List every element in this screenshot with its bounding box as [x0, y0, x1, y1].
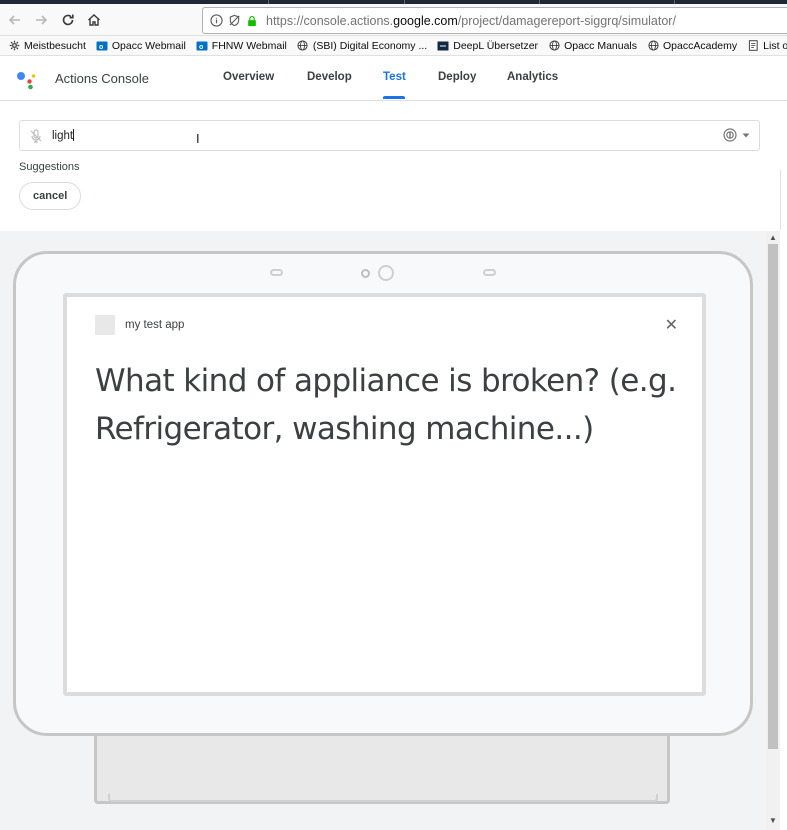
bookmark-label: List of SQL Com — [763, 39, 787, 52]
deepl-icon — [437, 40, 449, 52]
device-camera-dot — [361, 269, 370, 278]
bookmark-item[interactable]: OpaccAcademy — [647, 40, 737, 52]
bookmark-item[interactable]: o Opacc Webmail — [96, 40, 186, 52]
globe-icon — [297, 40, 309, 52]
svg-text:o: o — [199, 44, 203, 51]
google-assistant-logo-icon — [17, 72, 36, 90]
suggestion-chip-cancel[interactable]: cancel — [19, 182, 82, 210]
input-mode-dropdown[interactable] — [722, 127, 751, 143]
globe-icon — [548, 40, 560, 52]
active-tab-indicator — [383, 96, 405, 99]
url-text: https://console.actions.google.com/proje… — [266, 13, 676, 28]
vertical-scrollbar[interactable]: ▲ ▼ — [766, 231, 780, 830]
reload-button[interactable] — [57, 9, 79, 31]
bookmark-item[interactable]: List of SQL Com — [747, 40, 787, 52]
test-input-section: light I Suggestions cancel — [0, 101, 780, 231]
device-stand-base — [108, 794, 658, 802]
globe-icon — [647, 40, 659, 52]
app-title: Actions Console — [55, 71, 149, 86]
tab-test[interactable]: Test — [383, 71, 406, 83]
scroll-down-arrow-icon[interactable]: ▼ — [769, 816, 777, 825]
svg-text:o: o — [99, 44, 103, 51]
bookmark-label: Opacc Webmail — [111, 39, 186, 52]
scroll-up-arrow-icon[interactable]: ▲ — [769, 233, 777, 242]
back-button[interactable] — [4, 9, 26, 31]
bookmark-item[interactable]: DeepL Übersetzer — [437, 40, 538, 52]
text-caret — [73, 129, 75, 141]
mouse-ibeam-cursor-icon: I — [196, 131, 200, 146]
simulator-display-area: my test app ✕ What kind of appliance is … — [0, 231, 766, 830]
assistant-prompt-text: What kind of appliance is broken? (e.g. … — [95, 363, 677, 447]
reload-icon — [62, 14, 74, 26]
bookmark-label: (SBI) Digital Economy ... — [312, 39, 428, 52]
tracking-protection-icon[interactable] — [226, 13, 242, 29]
tab-analytics[interactable]: Analytics — [507, 71, 558, 83]
lock-icon[interactable] — [244, 13, 260, 29]
bookmark-label: OpaccAcademy — [663, 39, 738, 52]
bookmarks-toolbar: Meistbesucht o Opacc Webmail o FHNW Webmail (… — [0, 36, 787, 56]
bookmark-item[interactable]: o FHNW Webmail — [196, 40, 287, 52]
app-header: Actions Console Overview Develop Test De… — [0, 57, 787, 101]
page-icon — [747, 40, 759, 52]
panel-divider — [780, 170, 781, 230]
touch-icon — [723, 128, 737, 142]
device-screen: my test app ✕ What kind of appliance is … — [63, 293, 706, 696]
bookmark-item[interactable]: Meistbesucht — [8, 40, 86, 52]
tab-develop[interactable]: Develop — [307, 71, 352, 83]
outlook-icon: o — [96, 40, 108, 52]
bookmark-label: Opacc Manuals — [564, 39, 638, 52]
info-icon[interactable] — [208, 13, 224, 29]
bookmark-label: Meistbesucht — [24, 39, 86, 52]
bookmark-item[interactable]: (SBI) Digital Economy ... — [297, 40, 427, 52]
microphone-off-icon[interactable] — [28, 128, 44, 144]
url-bar[interactable]: https://console.actions.google.com/proje… — [202, 7, 787, 34]
forward-arrow-icon — [36, 15, 48, 25]
device-sensor-left — [270, 269, 283, 276]
device-sensor-right — [483, 269, 496, 276]
device-camera-ring — [378, 265, 394, 281]
back-arrow-icon — [8, 15, 20, 25]
tab-deploy[interactable]: Deploy — [438, 71, 476, 83]
bookmark-label: FHNW Webmail — [211, 39, 287, 52]
bookmark-item[interactable]: Opacc Manuals — [548, 40, 637, 52]
forward-button[interactable] — [30, 9, 52, 31]
browser-navbar: https://console.actions.google.com/proje… — [0, 4, 787, 36]
gear-icon — [8, 40, 20, 52]
scrollbar-thumb[interactable] — [768, 244, 778, 749]
bookmark-label: DeepL Übersetzer — [453, 39, 539, 52]
close-icon[interactable]: ✕ — [665, 315, 678, 335]
outlook-icon: o — [196, 40, 208, 52]
chevron-down-icon — [742, 133, 750, 138]
query-input[interactable]: light I — [19, 120, 760, 151]
app-icon — [95, 315, 115, 335]
suggestions-label: Suggestions — [19, 161, 80, 173]
home-icon — [88, 14, 100, 26]
tab-overview[interactable]: Overview — [223, 71, 274, 83]
home-button[interactable] — [83, 9, 105, 31]
query-input-value[interactable]: light — [52, 129, 75, 142]
app-name: my test app — [125, 319, 185, 331]
smart-display-device: my test app ✕ What kind of appliance is … — [13, 251, 753, 736]
